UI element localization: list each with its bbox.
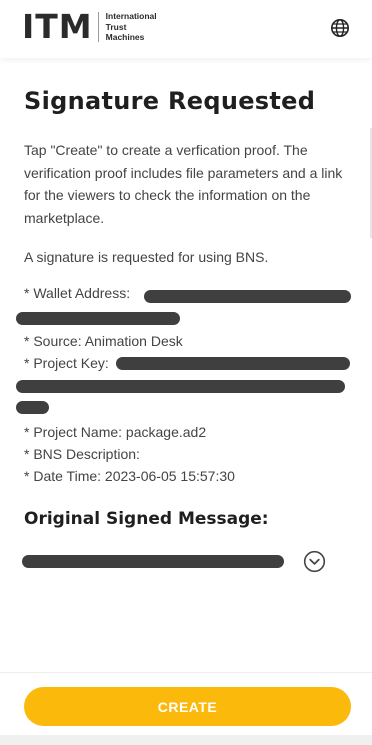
request-note: A signature is requested for using BNS. xyxy=(24,249,269,265)
redacted-project-key xyxy=(116,357,350,370)
redacted-project-key-end xyxy=(16,401,49,414)
source-line: * Source: Animation Desk xyxy=(24,333,183,349)
signed-message-heading: Original Signed Message: xyxy=(24,509,269,529)
redacted-wallet-address-cont xyxy=(16,312,180,325)
bns-description-line: * BNS Description: xyxy=(24,446,140,462)
project-key-label: * Project Key: xyxy=(24,355,109,371)
itm-logo: ITM International Trust Machines xyxy=(22,7,157,46)
project-name-line: * Project Name: package.ad2 xyxy=(24,424,207,440)
create-button[interactable]: CREATE xyxy=(24,687,351,726)
globe-icon[interactable] xyxy=(330,18,350,38)
date-time-line: * Date Time: 2023-06-05 15:57:30 xyxy=(24,468,235,484)
intro-text: Tap "Create" to create a verfication pro… xyxy=(24,142,343,226)
bottom-strip xyxy=(0,735,372,745)
page-title: Signature Requested xyxy=(24,87,316,115)
logo-divider xyxy=(97,12,99,42)
logo-mark: ITM xyxy=(22,7,93,46)
app-header: ITM International Trust Machines xyxy=(0,0,372,58)
redacted-signed-message xyxy=(22,555,284,568)
chevron-down-circle-icon[interactable] xyxy=(303,550,326,573)
logo-line: Machines xyxy=(105,32,145,43)
redacted-project-key-cont xyxy=(16,380,345,393)
wallet-address-label: * Wallet Address: xyxy=(24,285,131,301)
logo-line: International xyxy=(105,11,157,22)
redacted-wallet-address xyxy=(144,290,351,303)
logo-wordmark: International Trust Machines xyxy=(106,11,157,43)
logo-line: Trust xyxy=(105,21,127,32)
